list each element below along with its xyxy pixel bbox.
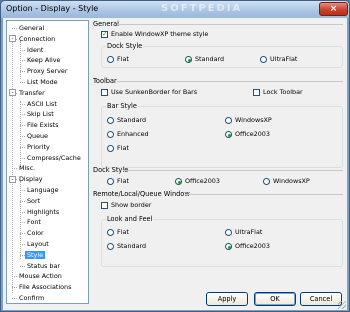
tree-item-compress-cache[interactable]: Compress/Cache [25,153,83,163]
style-panel: General Enable WindowXP theme style Dock… [93,20,345,308]
tree-item-file-exists[interactable]: File Exists [25,120,61,130]
tree-item-mouse-action[interactable]: Mouse Action [17,271,64,281]
tree-item-status-bar[interactable]: Status bar [25,261,62,271]
tree-item-font[interactable]: Font [25,217,43,227]
tree-item-file-associations[interactable]: File Associations [17,282,73,292]
title-bar[interactable]: Option - Display - Style SOFTPEDIA × [1,1,349,18]
tree-item-transfer[interactable]: Transfer [17,88,47,98]
collapse-icon[interactable]: - [9,89,16,97]
tree-item-priority[interactable]: Priority [25,142,52,152]
tree-item-queue[interactable]: Queue [25,131,50,141]
tree-item-confirm[interactable]: Confirm [17,293,46,303]
tree-item-style[interactable]: Style [25,250,46,260]
client-area: General Connection - Ident Keep Alive Proxy S… [3,18,347,310]
tree-item-misc[interactable]: Misc. [17,163,37,173]
collapse-icon[interactable]: - [9,35,16,43]
collapse-icon[interactable]: - [9,175,16,183]
section-toolbar-title: Toolbar [93,77,117,85]
tree-item-connection[interactable]: Connection [17,34,57,44]
tree-item-display[interactable]: Display [17,174,45,184]
tree-item-layout[interactable]: Layout [25,239,51,249]
options-window: Option - Display - Style SOFTPEDIA × Gen… [0,0,350,312]
section-remote-window-title: Remote/Local/Queue Window [93,190,190,198]
tree-item-list-mode[interactable]: List Mode [25,77,60,87]
tree-item-sort[interactable]: Sort [25,196,42,206]
tree-item-general[interactable]: General [17,23,46,33]
ok-button[interactable]: OK [254,292,296,306]
watermark-logo: SOFTPEDIA [161,3,243,14]
resize-grip[interactable] [338,301,346,309]
dock-style-title: Dock Style [106,42,144,50]
tree-item-color[interactable]: Color [25,228,46,238]
tree-item-keep-alive[interactable]: Keep Alive [25,55,62,65]
apply-button[interactable]: Apply [206,292,248,306]
section-general-title: General [93,20,119,28]
tree-item-ident[interactable]: Ident [25,45,45,55]
tree-item-highlights[interactable]: Highlights [25,207,61,217]
tree-item-ascii-list[interactable]: ASCII List [25,99,59,109]
look-feel-title: Look and Feel [106,215,154,223]
window-title: Option - Display - Style [6,4,99,13]
options-tree[interactable]: General Connection - Ident Keep Alive Proxy S… [6,20,89,304]
bar-style-title: Bar Style [106,102,138,110]
tree-item-proxy-server[interactable]: Proxy Server [25,66,70,76]
close-button[interactable]: × [319,2,348,16]
cancel-button[interactable]: Cancel [300,292,342,306]
tree-item-skip-list[interactable]: Skip List [25,109,56,119]
tree-item-language[interactable]: Language [25,185,61,195]
